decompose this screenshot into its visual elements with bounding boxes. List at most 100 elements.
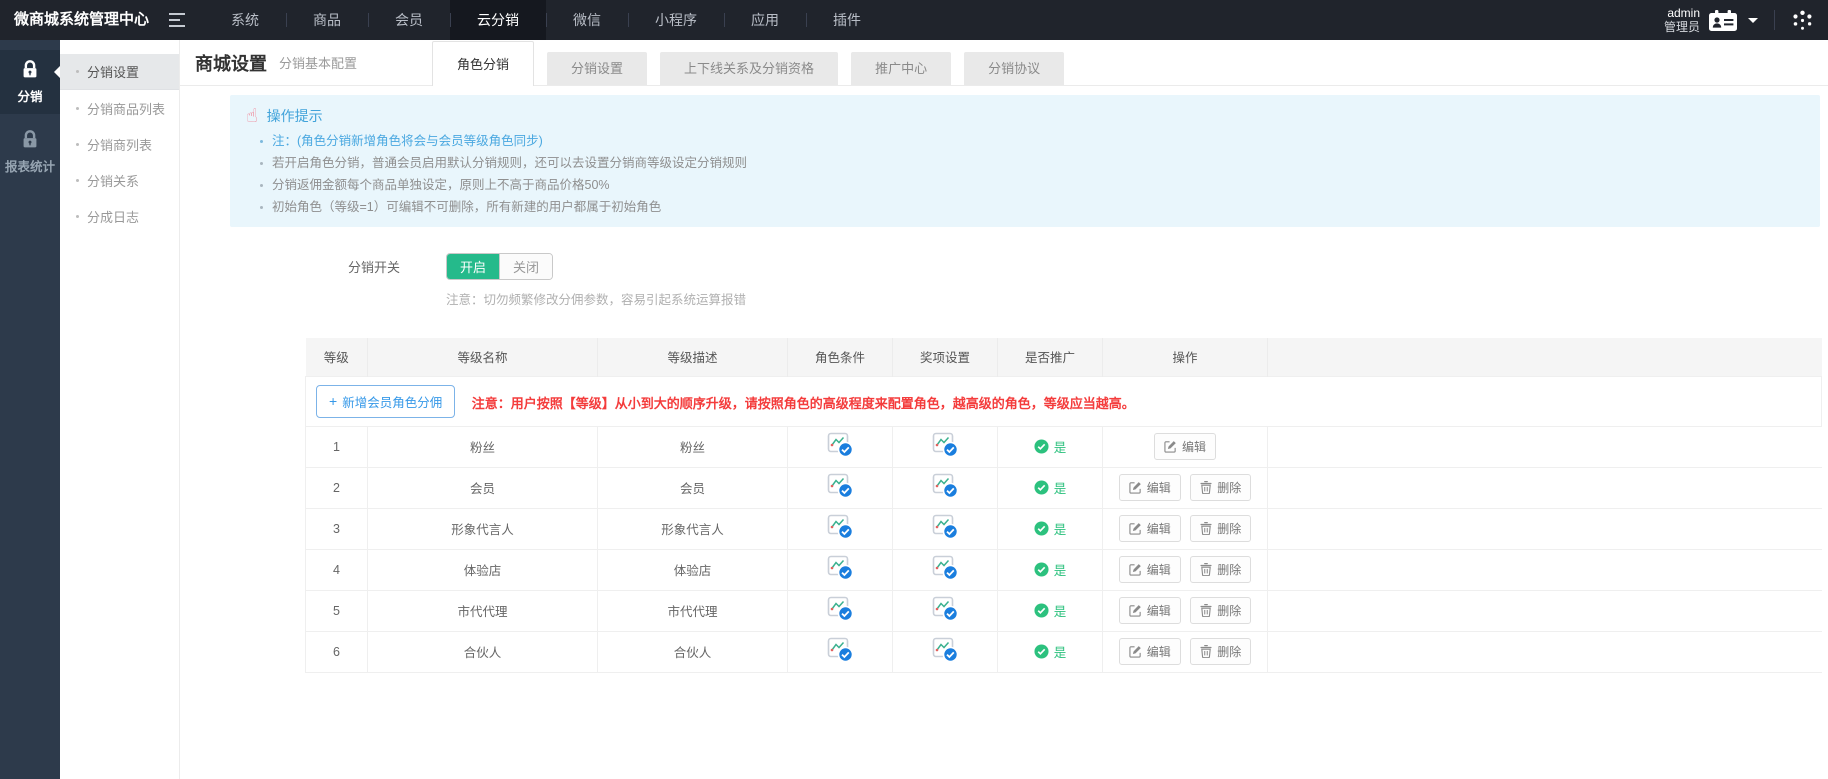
bullet-dot-icon [76,179,79,182]
tip-item: 分销返佣金额每个商品单独设定，原则上不高于商品价格50% [260,174,1802,196]
table-row: 1 粉丝 粉丝 [306,426,1822,467]
role-condition-icon[interactable] [827,514,854,540]
delete-button-label: 删除 [1217,561,1241,578]
top-menu-item[interactable]: 系统 [204,0,286,40]
page-header: 商城设置 分销基本配置 角色分销 分销设置 上下线关系及分销资格 推广中心 分销… [180,40,1828,86]
reward-setting-icon[interactable] [932,432,959,458]
level-name-cell: 合伙人 [368,631,598,672]
promote-label: 是 [1054,437,1067,456]
switch-on-button[interactable]: 开启 [447,254,499,279]
bullet-dot-icon [76,143,79,146]
main-panel: 商城设置 分销基本配置 角色分销 分销设置 上下线关系及分销资格 推广中心 分销… [180,40,1828,779]
reward-setting-icon[interactable] [932,514,959,540]
delete-button[interactable]: 删除 [1190,556,1251,583]
edit-button[interactable]: 编辑 [1119,638,1181,665]
role-condition-icon[interactable] [827,555,854,581]
sidebar-item[interactable]: 分销关系 [60,162,179,198]
delete-button[interactable]: 删除 [1190,638,1251,665]
filler-cell [1268,508,1822,549]
check-circle-icon [1034,562,1049,577]
tab[interactable]: 角色分销 [432,41,534,86]
rail-item[interactable]: 报表统计 [0,120,60,184]
edit-button-label: 编辑 [1147,643,1171,660]
top-menu-item[interactable]: 应用 [724,0,806,40]
table-notice: 注意：用户按照【等级】从小到大的顺序升级，请按照角色的高级程度来配置角色，越高级… [472,396,1135,411]
reward-setting-icon[interactable] [932,473,959,499]
edit-button[interactable]: 编辑 [1119,556,1181,583]
column-header: 是否推广 [998,338,1103,376]
tip-item: 若开启角色分销，普通会员启用默认分销规则，还可以去设置分销商等级设定分销规则 [260,152,1802,174]
edit-button[interactable]: 编辑 [1119,597,1181,624]
filler-cell [1268,549,1822,590]
delete-button[interactable]: 删除 [1190,515,1251,542]
promote-status: 是 [1034,519,1067,538]
tips-panel: ☝ 操作提示 注：(角色分销新增角色将会与会员等级角色同步) 若开启角色分销，普… [230,95,1820,227]
role-condition-icon[interactable] [827,473,854,499]
reward-setting-icon[interactable] [932,596,959,622]
top-menu-item[interactable]: 会员 [368,0,450,40]
column-header: 等级名称 [368,338,598,376]
top-menu-item[interactable]: 微信 [546,0,628,40]
delete-button-label: 删除 [1217,602,1241,619]
tip-dot-icon [260,184,263,187]
sidebar: 分销设置 分销商品列表 分销商列表 分销关系 分成日志 [60,40,180,779]
sidebar-toggle-icon[interactable] [165,0,204,40]
tips-title: 操作提示 [267,106,323,126]
sidebar-item[interactable]: 分成日志 [60,198,179,234]
switch-off-button[interactable]: 关闭 [499,254,552,279]
roles-table: 等级 等级名称 等级描述 角色条件 奖项设置 是否推广 操作 [305,338,1822,673]
edit-button[interactable]: 编辑 [1119,474,1181,501]
top-menu-item[interactable]: 小程序 [628,0,724,40]
rail-item-label: 报表统计 [5,156,55,175]
tip-text: 分销返佣金额每个商品单独设定，原则上不高于商品价格50% [272,174,610,196]
table-notice-row: + 新增会员角色分佣 注意：用户按照【等级】从小到大的顺序升级，请按照角色的高级… [306,376,1822,426]
top-menu-item[interactable]: 商品 [286,0,368,40]
table-header-row: 等级 等级名称 等级描述 角色条件 奖项设置 是否推广 操作 [306,338,1822,376]
sidebar-item[interactable]: 分销商品列表 [60,90,179,126]
tab[interactable]: 分销设置 [547,52,647,85]
tips-header: ☝ 操作提示 [246,104,1802,128]
filler-cell [1268,590,1822,631]
top-menu-item[interactable]: 插件 [806,0,888,40]
check-circle-icon [1034,439,1049,454]
promote-label: 是 [1054,560,1067,579]
edit-button-label: 编辑 [1147,561,1171,578]
role-condition-icon[interactable] [827,596,854,622]
role-condition-icon[interactable] [827,432,854,458]
level-desc-cell: 合伙人 [598,631,788,672]
tab[interactable]: 上下线关系及分销资格 [660,52,838,85]
left-rail: 分销 报表统计 [0,40,60,779]
user-role: 管理员 [1664,20,1700,34]
trash-icon [1200,481,1212,494]
tip-dot-icon [260,140,263,143]
sidebar-item-label: 分销商品列表 [87,99,165,118]
edit-button[interactable]: 编辑 [1154,433,1216,460]
reward-setting-icon[interactable] [932,555,959,581]
rail-item[interactable]: 分销 [0,50,60,114]
top-menu-item[interactable]: 云分销 [450,0,546,40]
promote-status: 是 [1034,642,1067,661]
delete-button[interactable]: 删除 [1190,474,1251,501]
app-logo: 微商城系统管理中心 [0,0,165,40]
role-condition-icon[interactable] [827,637,854,663]
apps-shortcut-button[interactable] [1791,9,1814,32]
tab[interactable]: 推广中心 [851,52,951,85]
page-title: 商城设置 [195,50,267,76]
edit-pencil-icon [1129,563,1142,576]
plus-icon: + [329,394,337,408]
sidebar-item[interactable]: 分销设置 [60,54,179,90]
user-info: admin 管理员 [1664,6,1700,34]
edit-pencil-icon [1129,604,1142,617]
sidebar-item[interactable]: 分销商列表 [60,126,179,162]
level-cell: 4 [306,549,368,590]
table-row: 2 会员 会员 [306,467,1822,508]
delete-button[interactable]: 删除 [1190,597,1251,624]
reward-setting-icon[interactable] [932,637,959,663]
tab[interactable]: 分销协议 [964,52,1064,85]
bullet-dot-icon [76,215,79,218]
column-header: 等级 [306,338,368,376]
add-role-button[interactable]: + 新增会员角色分佣 [316,385,455,418]
apps-dots-icon [1791,9,1814,32]
edit-button[interactable]: 编辑 [1119,515,1181,542]
user-menu[interactable]: admin 管理员 [1664,6,1758,34]
